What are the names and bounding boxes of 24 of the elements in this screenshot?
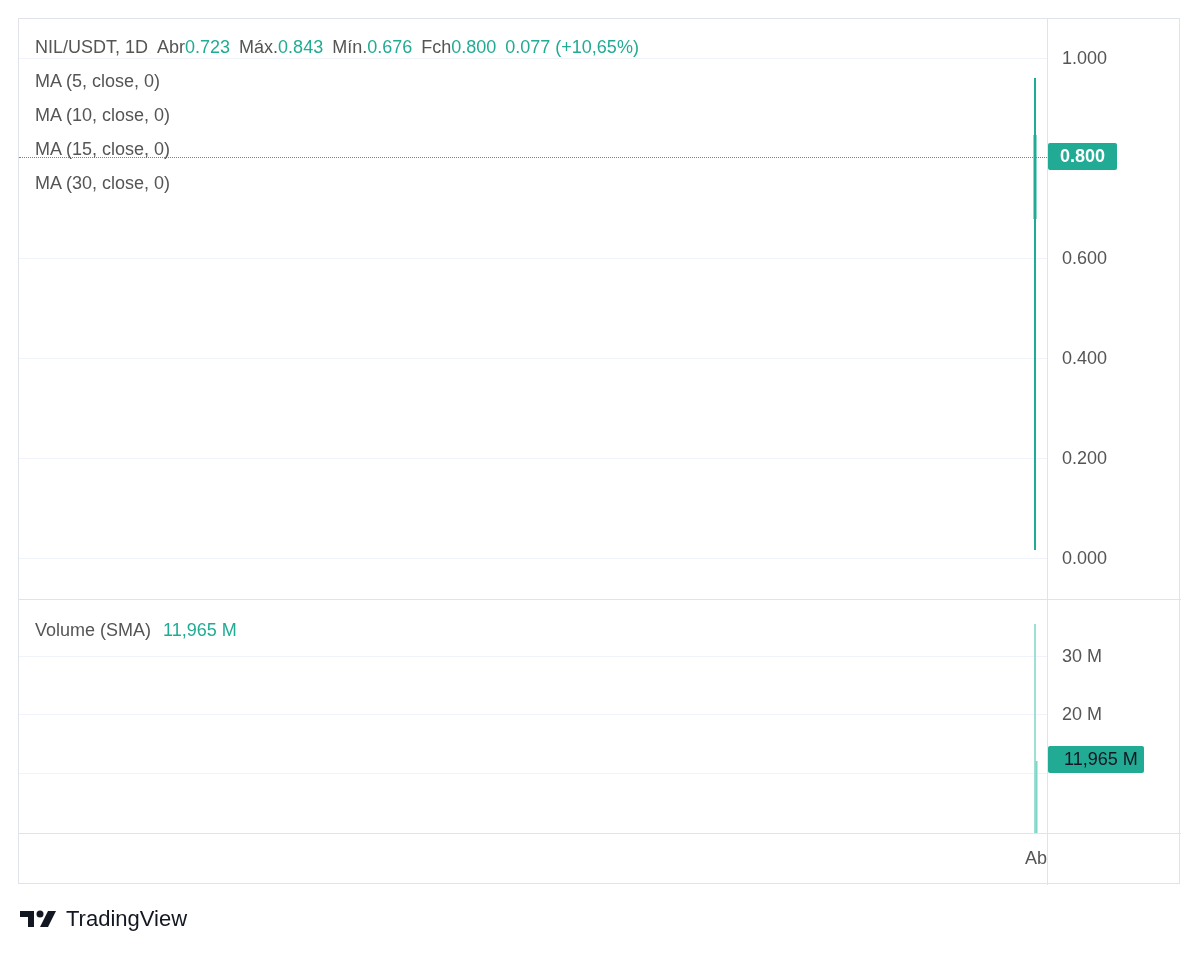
price-axis-label: 1.000 — [1062, 48, 1108, 68]
indicator-label: MA (15, close, 0) — [35, 139, 172, 159]
volume-axis-label: 30 M — [1062, 646, 1103, 666]
volume-label: Volume (SMA) — [35, 620, 152, 641]
logo-icon — [20, 910, 58, 928]
price-axis-label: 0.600 — [1062, 248, 1108, 268]
indicator-label: MA (30, close, 0) — [35, 173, 172, 193]
last-price-badge: 0.800 — [1048, 143, 1118, 170]
price-change: 0.077 (+10,65%) — [505, 37, 639, 57]
brand-name: TradingView — [66, 906, 188, 932]
ohlc-value: Mín.0.676 — [332, 37, 413, 57]
price-axis-label: 0.400 — [1062, 348, 1108, 368]
time-axis-label: Ab — [1024, 848, 1047, 869]
ohlc-value: Fch0.800 — [421, 37, 497, 57]
price-axis-label: 0.000 — [1062, 548, 1108, 568]
indicator-label: MA (5, close, 0) — [35, 71, 162, 91]
ohlc-value: Abr0.723 — [157, 37, 231, 57]
indicator-label: MA (10, close, 0) — [35, 105, 172, 125]
volume-value: 11,965 M — [163, 620, 237, 641]
ohlc-value: Máx.0.843 — [239, 37, 324, 57]
symbol-label: NIL/USDT, 1D — [35, 37, 149, 57]
price-axis-label: 0.200 — [1062, 448, 1108, 468]
last-volume-badge: 11,965 M — [1048, 746, 1144, 773]
volume-axis-label: 20 M — [1062, 704, 1103, 724]
